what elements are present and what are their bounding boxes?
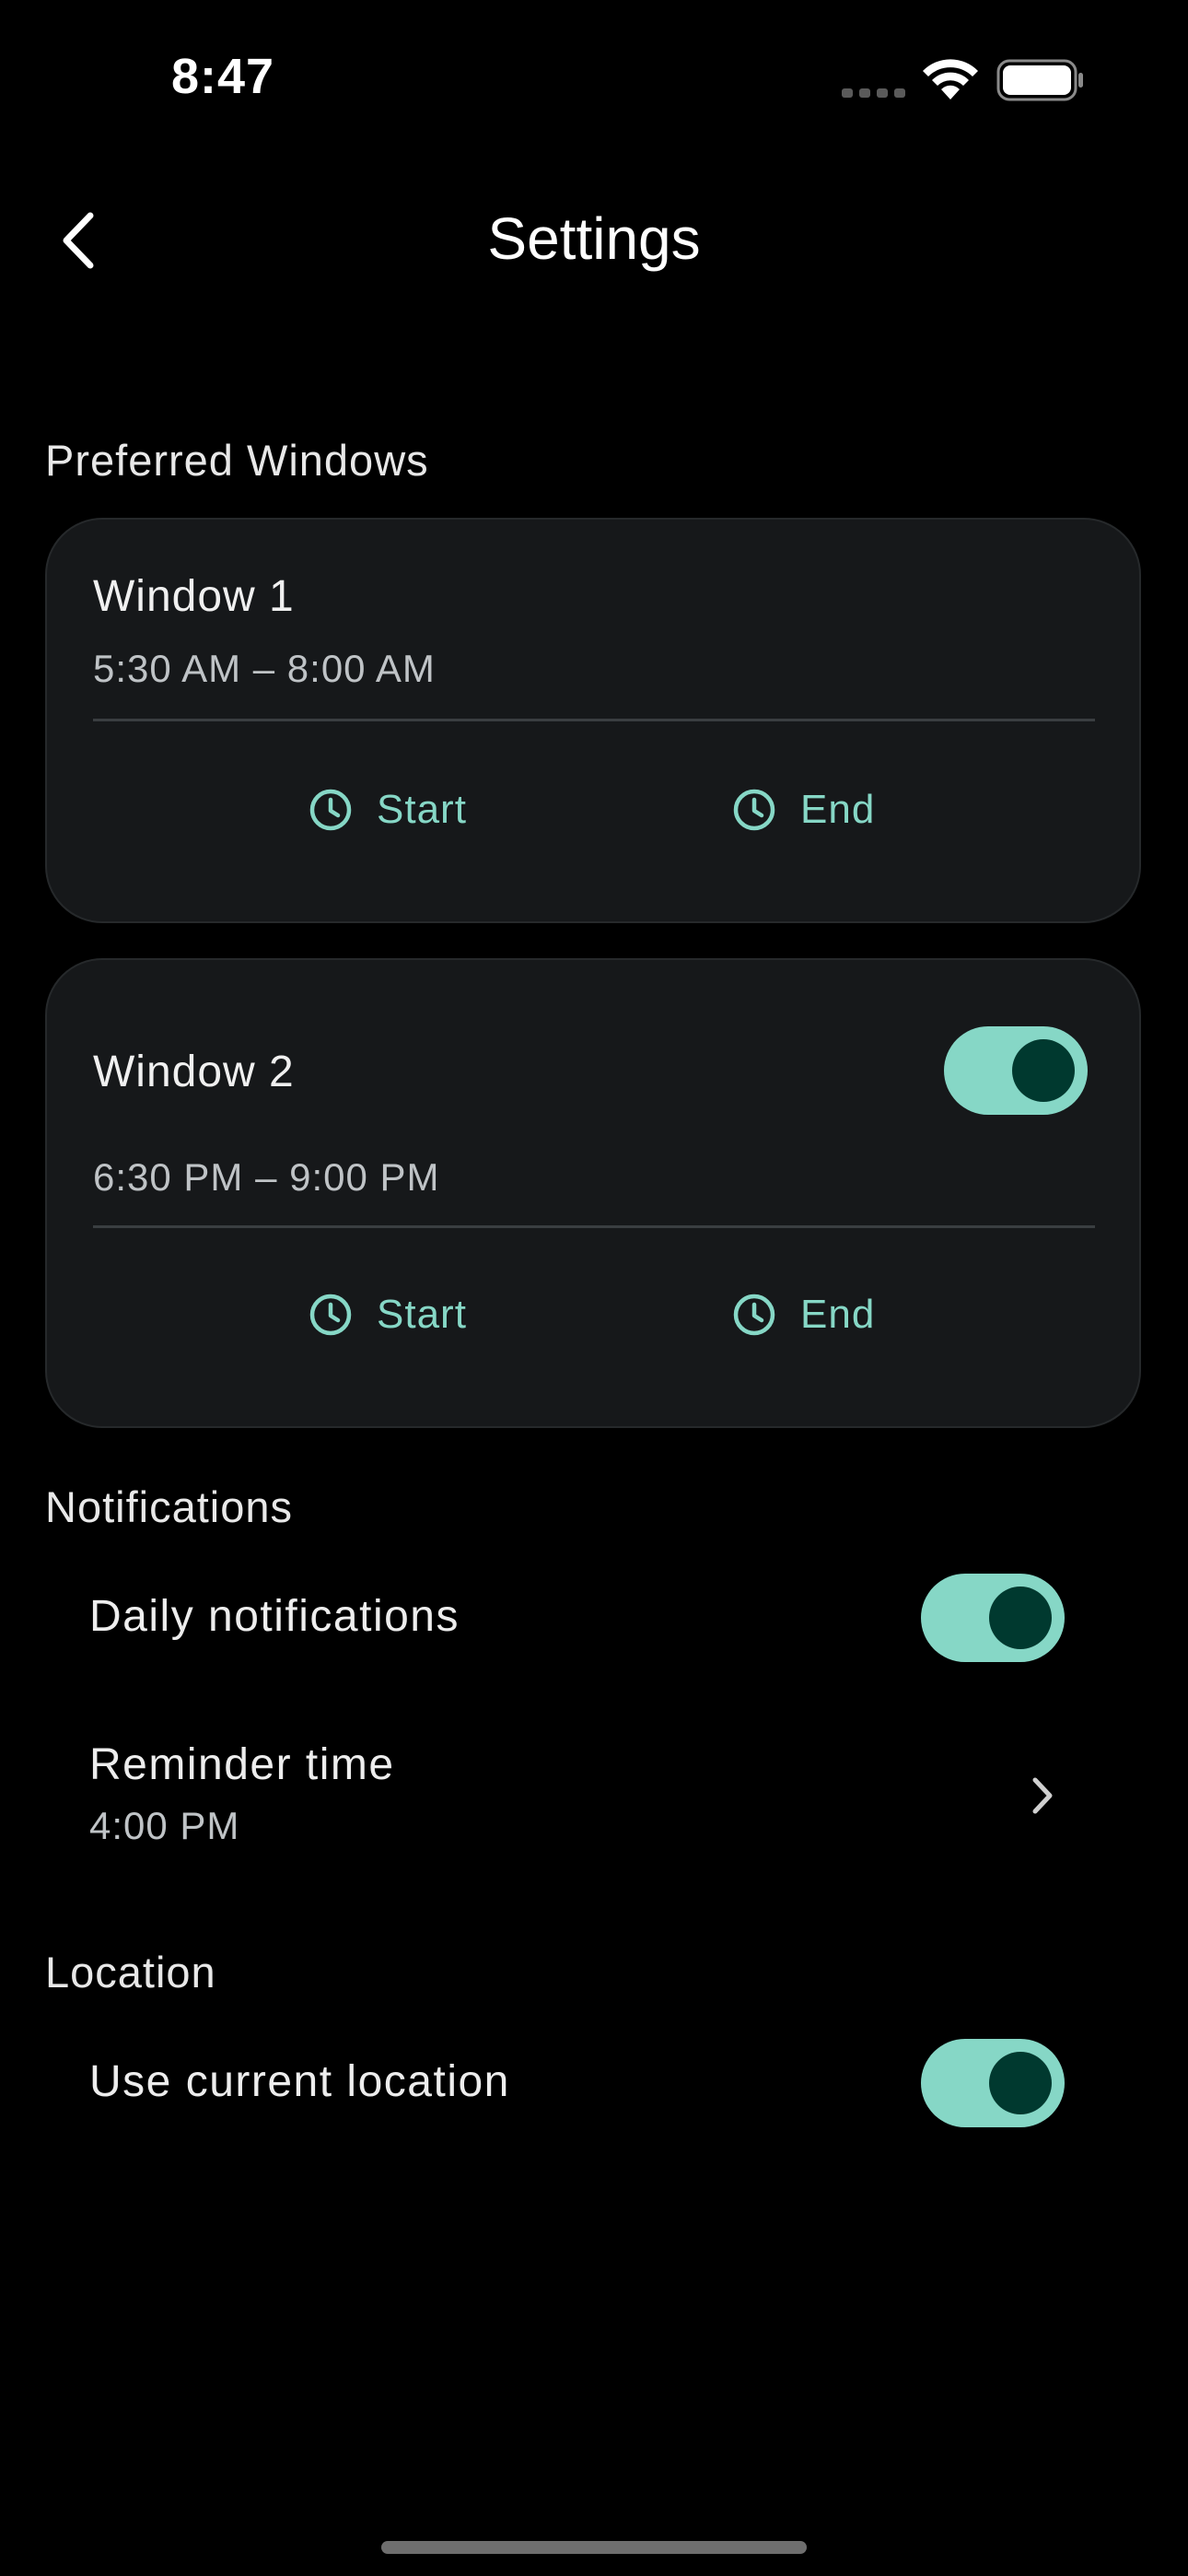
- divider: [93, 1225, 1095, 1228]
- toggle-knob: [989, 2052, 1052, 2114]
- page-title: Settings: [487, 205, 701, 272]
- section-header-location: Location: [45, 1948, 216, 1996]
- daily-notifications-toggle[interactable]: [921, 1574, 1065, 1662]
- divider: [93, 719, 1095, 721]
- reminder-time-value: 4:00 PM: [89, 1804, 240, 1847]
- window-2-toggle[interactable]: [944, 1026, 1088, 1115]
- battery-icon: [996, 59, 1083, 101]
- end-time-button[interactable]: End: [732, 787, 875, 833]
- clock-icon: [733, 1294, 775, 1336]
- end-label: End: [800, 787, 876, 832]
- use-current-location-label: Use current location: [89, 2057, 510, 2106]
- end-label: End: [800, 1292, 876, 1337]
- section-header-preferred-windows: Preferred Windows: [45, 436, 429, 485]
- chevron-right-icon: [1032, 1777, 1053, 1814]
- status-time: 8:47: [171, 49, 275, 104]
- status-bar: 8:47: [0, 0, 1188, 157]
- use-current-location-toggle[interactable]: [921, 2039, 1065, 2127]
- clock-icon: [309, 1294, 352, 1336]
- home-indicator: [381, 2541, 807, 2554]
- window-title: Window 1: [93, 572, 295, 621]
- clock-icon: [733, 789, 775, 831]
- window-time-range: 5:30 AM – 8:00 AM: [93, 647, 436, 690]
- start-time-button[interactable]: Start: [309, 1292, 467, 1338]
- toggle-knob: [1012, 1039, 1075, 1102]
- end-time-button[interactable]: End: [732, 1292, 875, 1338]
- window-title: Window 2: [93, 1048, 295, 1096]
- start-label: Start: [377, 787, 467, 832]
- cellular-signal-icon: [842, 88, 905, 98]
- window-time-range: 6:30 PM – 9:00 PM: [93, 1155, 440, 1199]
- clock-icon: [309, 789, 352, 831]
- start-time-button[interactable]: Start: [309, 787, 467, 833]
- daily-notifications-label: Daily notifications: [89, 1592, 460, 1641]
- toggle-knob: [989, 1587, 1052, 1649]
- section-header-notifications: Notifications: [45, 1482, 293, 1531]
- window-card-2: Window 2 6:30 PM – 9:00 PM Start End: [45, 958, 1141, 1428]
- window-card-1: Window 1 5:30 AM – 8:00 AM Start End: [45, 518, 1141, 923]
- start-label: Start: [377, 1292, 467, 1337]
- reminder-time-label: Reminder time: [89, 1740, 395, 1789]
- wifi-icon: [923, 59, 978, 100]
